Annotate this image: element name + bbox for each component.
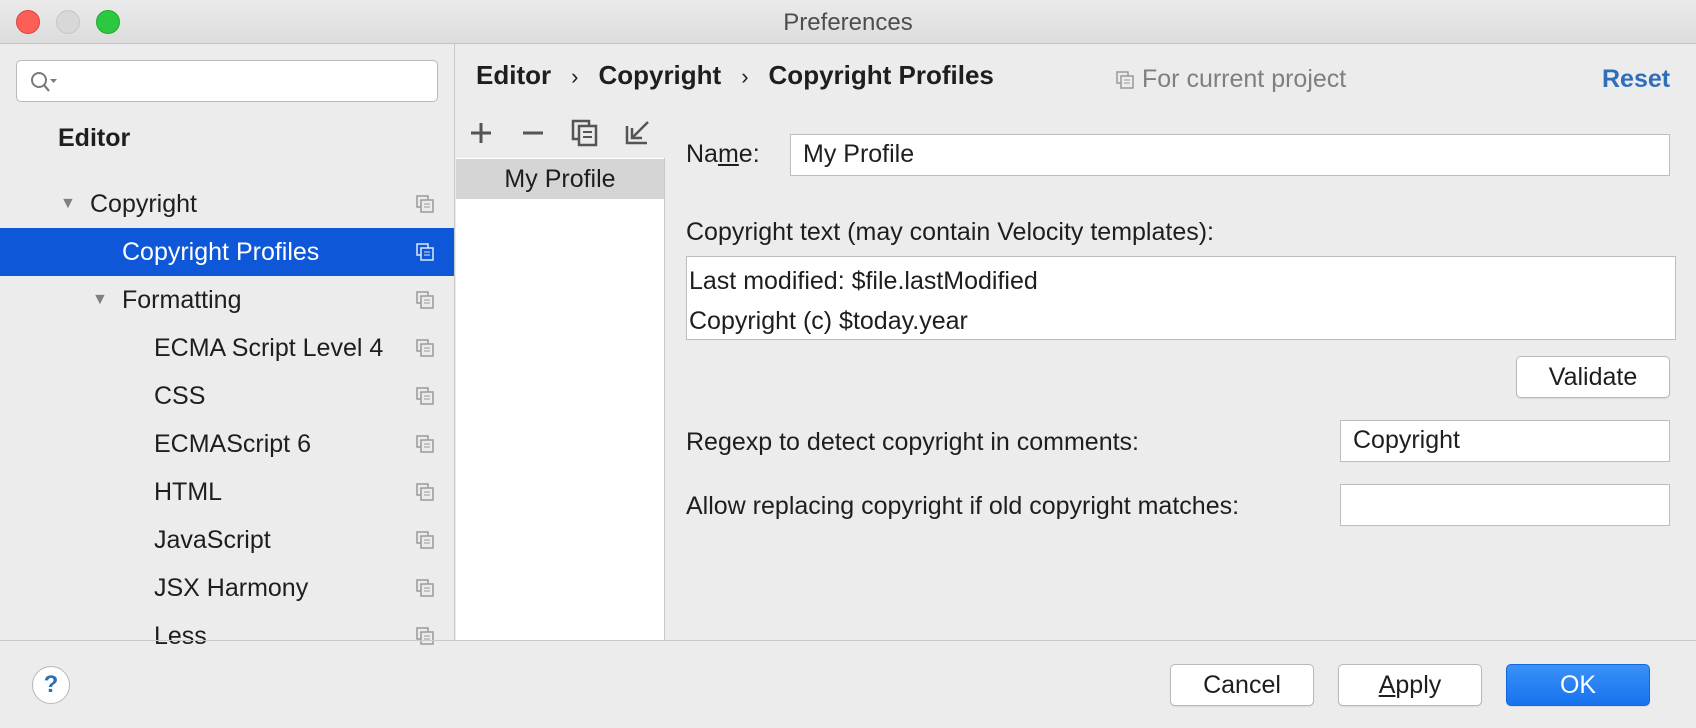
breadcrumb-separator-icon: › <box>741 64 749 89</box>
tree-item-formatting[interactable]: ▼ Formatting <box>0 276 454 324</box>
project-scope-icon <box>416 579 434 597</box>
apply-mnemonic: A <box>1378 671 1396 699</box>
name-field[interactable]: My Profile <box>790 134 1670 176</box>
tree-item-javascript[interactable]: JavaScript <box>0 516 454 564</box>
project-scope-icon <box>416 243 434 261</box>
profile-list-item[interactable]: My Profile <box>456 159 664 199</box>
project-scope-icon <box>416 387 434 405</box>
copy-icon[interactable] <box>570 118 600 148</box>
tree-item-ecmascript-6[interactable]: ECMAScript 6 <box>0 420 454 468</box>
regexp-label: Regexp to detect copyright in comments: <box>686 428 1140 456</box>
tree-item-label: HTML <box>154 478 223 506</box>
tree-item-css[interactable]: CSS <box>0 372 454 420</box>
project-scope-icon <box>1116 71 1134 89</box>
tree-item-jsx-harmony[interactable]: JSX Harmony <box>0 564 454 612</box>
ok-button[interactable]: OK <box>1506 664 1650 706</box>
remove-icon[interactable] <box>518 118 548 148</box>
project-scope-icon <box>416 195 434 213</box>
tree-item-label: CSS <box>154 382 206 410</box>
profiles-toolbar <box>456 108 665 158</box>
tree-heading-editor[interactable]: Editor <box>58 124 130 153</box>
expanded-arrow-icon[interactable]: ▼ <box>92 276 108 324</box>
copyright-text-line: Last modified: $file.lastModified <box>689 267 1038 295</box>
window-title: Preferences <box>783 9 913 36</box>
copyright-text-label: Copyright text (may contain Velocity tem… <box>686 218 1215 246</box>
name-label-part: Na <box>686 140 718 168</box>
copyright-text-area[interactable]: Last modified: $file.lastModified Copyri… <box>686 256 1676 340</box>
project-scope-icon <box>416 627 434 645</box>
project-scope-icon <box>416 531 434 549</box>
breadcrumb: Editor › Copyright › Copyright Profiles <box>476 60 994 91</box>
apply-label: pply <box>1395 671 1442 699</box>
project-scope-icon <box>416 435 434 453</box>
reset-link[interactable]: Reset <box>1602 65 1670 94</box>
settings-sidebar: Editor ▼ Copyright Copyright Profiles ▼ … <box>0 44 455 650</box>
import-icon[interactable] <box>622 118 652 148</box>
validate-button[interactable]: Validate <box>1516 356 1670 398</box>
name-label-part: e: <box>738 140 760 168</box>
tree-item-copyright[interactable]: ▼ Copyright <box>0 180 454 228</box>
breadcrumb-separator-icon: › <box>571 64 579 89</box>
help-button[interactable]: ? <box>32 666 70 704</box>
copyright-text-line: Copyright (c) $today.year <box>689 307 968 335</box>
project-scope-icon <box>416 291 434 309</box>
tree-item-ecma-script-level-4[interactable]: ECMA Script Level 4 <box>0 324 454 372</box>
project-scope-icon <box>416 483 434 501</box>
project-scope-icon <box>416 339 434 357</box>
tree-item-label: JavaScript <box>154 526 271 554</box>
scope-indicator: For current project <box>1116 65 1346 94</box>
apply-button[interactable]: Apply <box>1338 664 1482 706</box>
tree-item-less[interactable]: Less <box>0 612 454 660</box>
add-icon[interactable] <box>466 118 496 148</box>
title-bar: Preferences <box>0 0 1696 44</box>
scope-label: For current project <box>1142 65 1347 93</box>
name-label: Name: <box>686 140 760 169</box>
tree-item-label: Formatting <box>122 286 242 314</box>
cancel-button[interactable]: Cancel <box>1170 664 1314 706</box>
tree-item-label: Copyright Profiles <box>122 238 320 266</box>
footer-divider <box>0 640 1696 641</box>
tree-item-html[interactable]: HTML <box>0 468 454 516</box>
expanded-arrow-icon[interactable]: ▼ <box>60 180 76 228</box>
name-label-mnemonic: m <box>717 140 739 168</box>
tree-item-label: ECMA Script Level 4 <box>154 334 384 362</box>
tree-item-label: Less <box>154 622 207 650</box>
replace-label: Allow replacing copyright if old copyrig… <box>686 492 1240 520</box>
breadcrumb-item-editor[interactable]: Editor <box>476 60 551 90</box>
tree-item-label: JSX Harmony <box>154 574 309 602</box>
tree-item-copyright-profiles[interactable]: Copyright Profiles <box>0 228 454 276</box>
replace-field[interactable] <box>1340 484 1670 526</box>
breadcrumb-item-copyright-profiles: Copyright Profiles <box>768 60 994 90</box>
breadcrumb-item-copyright[interactable]: Copyright <box>598 60 721 90</box>
search-icon <box>31 72 57 92</box>
regexp-field[interactable]: Copyright <box>1340 420 1670 462</box>
tree-item-label: Copyright <box>90 190 197 218</box>
profiles-panel: My Profile <box>456 108 665 640</box>
tree-item-label: ECMAScript 6 <box>154 430 311 458</box>
search-input[interactable] <box>16 60 438 102</box>
